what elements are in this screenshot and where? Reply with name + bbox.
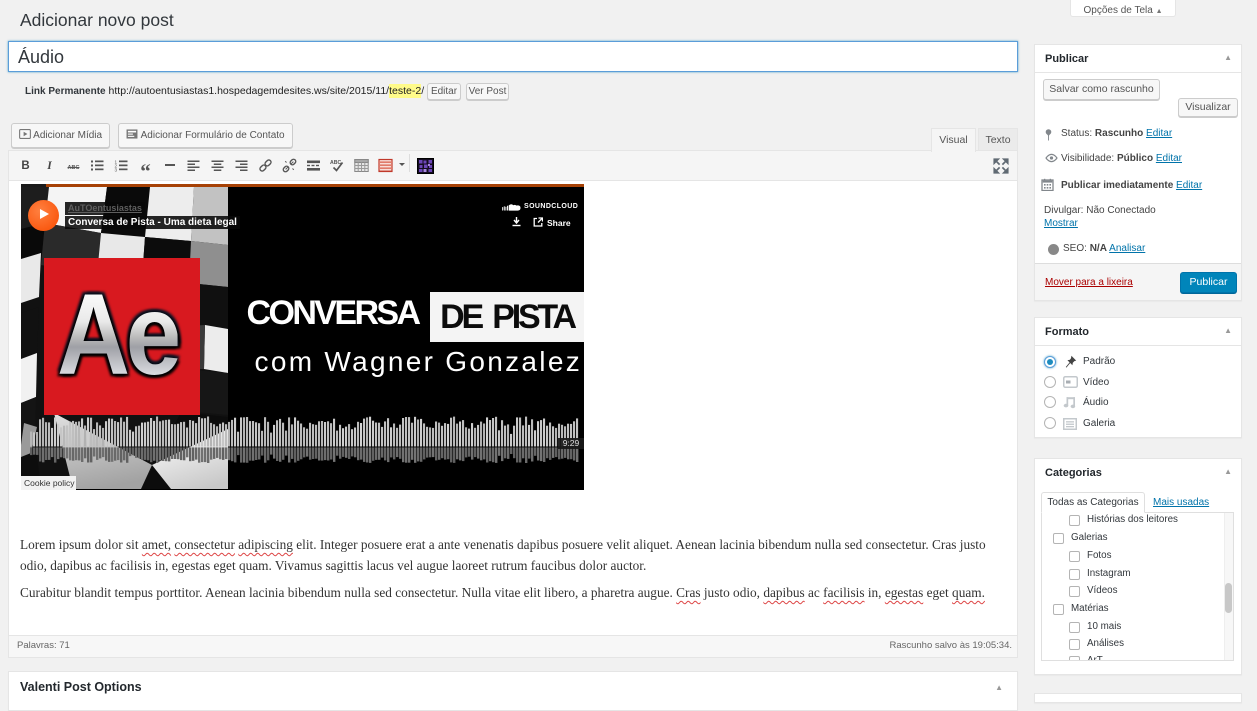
svg-text:3: 3 [115,168,118,173]
